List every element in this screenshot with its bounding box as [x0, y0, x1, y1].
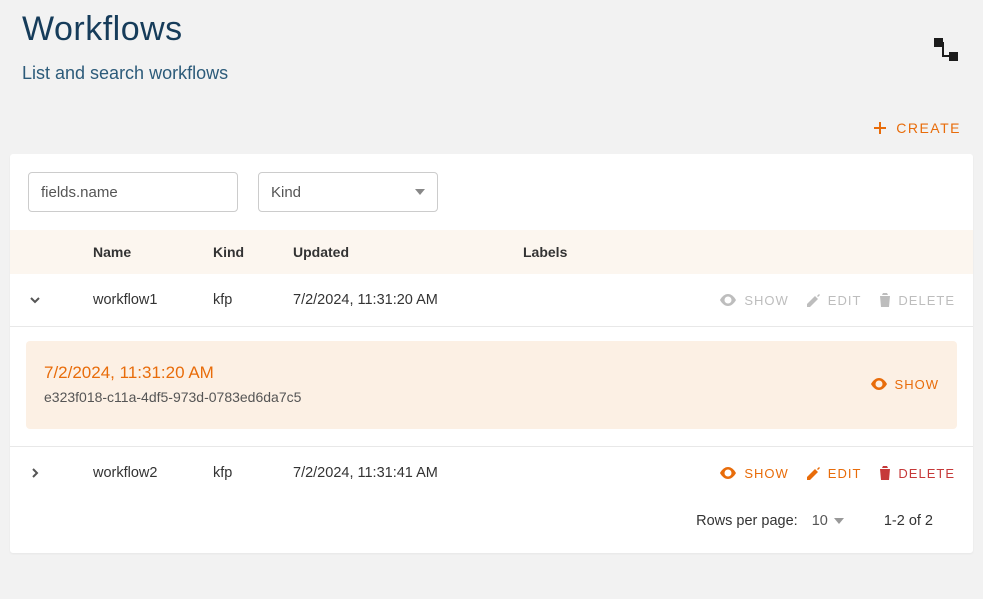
chevron-down-icon: [415, 189, 425, 195]
cell-kind: kfp: [213, 465, 293, 481]
eye-icon: [719, 294, 737, 306]
col-labels: Labels: [523, 244, 955, 260]
rows-per-page-label: Rows per page:: [696, 513, 798, 529]
edit-button[interactable]: EDIT: [807, 466, 862, 481]
create-label: CREATE: [896, 120, 961, 136]
col-kind: Kind: [213, 244, 293, 260]
cell-name: workflow1: [93, 292, 213, 308]
delete-label: DELETE: [898, 466, 955, 481]
rows-per-page-value: 10: [812, 513, 828, 529]
page-title: Workflows: [22, 10, 961, 49]
pencil-icon: [807, 293, 821, 307]
cell-kind: kfp: [213, 292, 293, 308]
create-button[interactable]: CREATE: [872, 114, 961, 142]
pencil-icon: [807, 466, 821, 480]
edit-label: EDIT: [828, 293, 862, 308]
show-button[interactable]: SHOW: [719, 466, 788, 481]
trash-icon: [879, 466, 891, 480]
edit-button[interactable]: EDIT: [807, 293, 862, 308]
show-button[interactable]: SHOW: [719, 293, 788, 308]
row-expander[interactable]: [28, 293, 93, 307]
plus-icon: [872, 120, 888, 136]
name-filter-input[interactable]: [28, 172, 238, 212]
edit-label: EDIT: [828, 466, 862, 481]
page-range: 1-2 of 2: [884, 513, 933, 529]
pagination: Rows per page: 10 1-2 of 2: [10, 499, 973, 553]
delete-label: DELETE: [898, 293, 955, 308]
cell-updated: 7/2/2024, 11:31:41 AM: [293, 465, 523, 481]
col-updated: Updated: [293, 244, 523, 260]
kind-select-label: Kind: [271, 184, 301, 201]
row-expansion: 7/2/2024, 11:31:20 AM e323f018-c11a-4df5…: [26, 341, 957, 429]
kind-filter-select[interactable]: Kind: [258, 172, 438, 212]
expansion-id: e323f018-c11a-4df5-973d-0783ed6da7c5: [44, 389, 301, 405]
expansion-show-button[interactable]: SHOW: [870, 377, 939, 392]
show-label: SHOW: [895, 377, 939, 392]
delete-button[interactable]: DELETE: [879, 466, 955, 481]
table-row: workflow1 kfp 7/2/2024, 11:31:20 AM SHOW…: [10, 274, 973, 327]
workflows-table: Name Kind Updated Labels workflow1 kfp 7…: [10, 230, 973, 553]
rows-per-page-select[interactable]: 10: [812, 513, 844, 529]
row-expander[interactable]: [28, 466, 93, 480]
workflows-card: Kind Name Kind Updated Labels workflow1 …: [10, 154, 973, 553]
col-name: Name: [93, 244, 213, 260]
cell-updated: 7/2/2024, 11:31:20 AM: [293, 292, 523, 308]
eye-icon: [719, 467, 737, 479]
show-label: SHOW: [744, 293, 788, 308]
workflow-tree-icon: [931, 38, 961, 62]
cell-name: workflow2: [93, 465, 213, 481]
page-subtitle: List and search workflows: [22, 63, 961, 84]
show-label: SHOW: [744, 466, 788, 481]
eye-icon: [870, 378, 888, 390]
table-header: Name Kind Updated Labels: [10, 230, 973, 274]
delete-button[interactable]: DELETE: [879, 293, 955, 308]
expansion-timestamp: 7/2/2024, 11:31:20 AM: [44, 363, 301, 383]
trash-icon: [879, 293, 891, 307]
chevron-down-icon: [834, 518, 844, 524]
table-row: workflow2 kfp 7/2/2024, 11:31:41 AM SHOW…: [10, 447, 973, 499]
